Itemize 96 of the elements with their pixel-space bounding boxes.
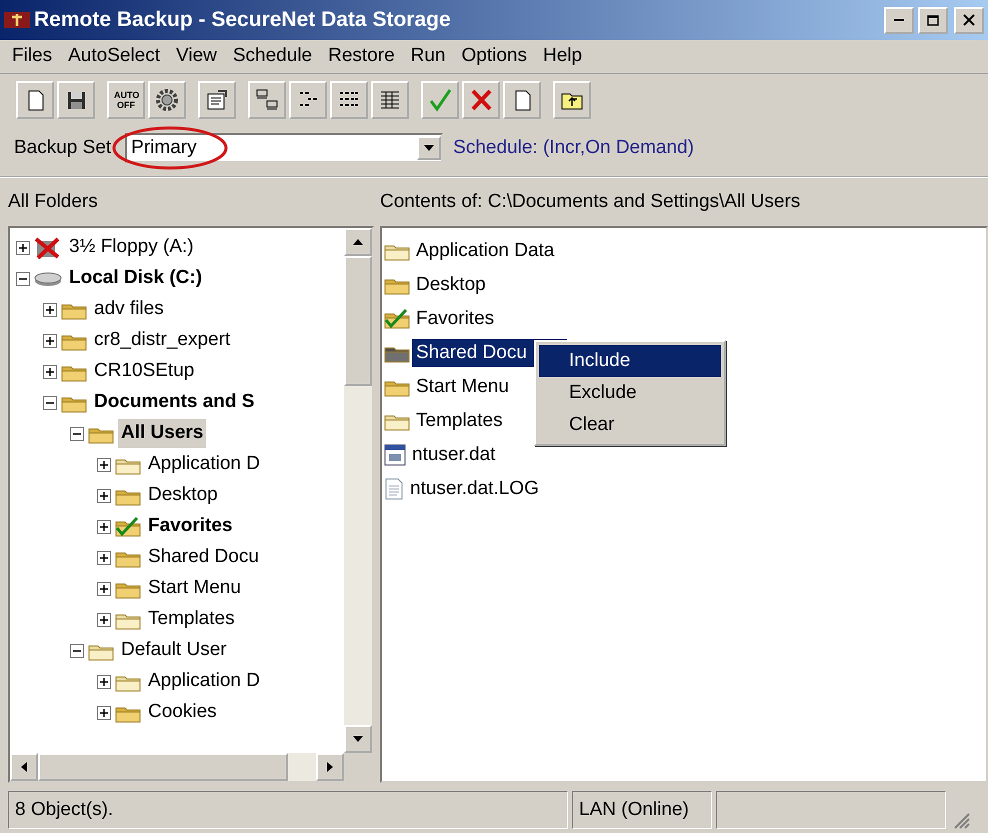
backup-set-label: Backup Set — [14, 136, 112, 160]
expand-icon[interactable] — [16, 240, 30, 254]
collapse-icon[interactable] — [16, 272, 30, 286]
toolbar-button[interactable]: AUTO OFF — [107, 81, 145, 119]
text-file-icon — [384, 478, 404, 500]
toolbar-button[interactable] — [57, 81, 95, 119]
dropdown-button[interactable] — [417, 136, 442, 160]
collapse-icon[interactable] — [70, 644, 84, 658]
status-text: 8 Object(s). — [8, 791, 568, 829]
window-file-icon — [384, 444, 406, 466]
backup-set-dropdown[interactable]: Primary — [125, 133, 444, 163]
toolbar-button[interactable] — [289, 81, 327, 119]
hard-disk-icon — [34, 270, 62, 288]
status-text: LAN (Online) — [572, 791, 712, 829]
toolbar-button[interactable] — [553, 81, 591, 119]
tree-item[interactable]: Shared Docu — [145, 543, 262, 572]
toolbar-button[interactable] — [16, 81, 54, 119]
down-arrow-icon — [353, 736, 363, 742]
expand-icon[interactable] — [97, 706, 111, 720]
tree-item[interactable]: Start Menu — [145, 574, 244, 603]
menu-item[interactable]: Help — [534, 42, 590, 71]
maximize-icon — [927, 14, 939, 26]
tree-item[interactable]: 3½ Floppy (A:) — [66, 233, 197, 262]
scroll-down-button[interactable] — [344, 725, 372, 753]
toolbar-button[interactable] — [330, 81, 368, 119]
tree-item[interactable]: Cookies — [145, 698, 220, 727]
expand-icon[interactable] — [97, 674, 111, 688]
collapse-icon[interactable] — [43, 396, 57, 410]
file-item[interactable]: Favorites — [412, 304, 498, 334]
file-item[interactable]: Start Menu — [412, 372, 513, 402]
tree-item[interactable]: Favorites — [145, 512, 236, 541]
expand-icon[interactable] — [97, 488, 111, 502]
expand-icon[interactable] — [97, 582, 111, 596]
cross-icon — [469, 88, 493, 112]
expand-icon[interactable] — [43, 364, 57, 378]
properties-icon — [205, 88, 229, 112]
gear-icon — [155, 88, 179, 112]
expand-icon[interactable] — [43, 302, 57, 316]
app-icon — [4, 10, 30, 30]
caret-icon — [424, 145, 434, 151]
menu-item[interactable]: Exclude — [539, 377, 721, 409]
toolbar-button[interactable] — [148, 81, 186, 119]
menu-item[interactable]: Run — [402, 42, 454, 71]
file-item[interactable]: Desktop — [412, 270, 490, 300]
tree-item[interactable]: Desktop — [145, 481, 221, 510]
menu-item[interactable]: Restore — [320, 42, 403, 71]
scroll-left-button[interactable] — [10, 753, 38, 781]
expand-icon[interactable] — [43, 334, 57, 348]
tree-item[interactable]: All Users — [118, 419, 206, 448]
file-item[interactable]: Application Data — [412, 236, 558, 266]
tree-item[interactable]: Documents and S — [91, 388, 258, 417]
scrollbar-thumb[interactable] — [344, 256, 372, 386]
window-title: Remote Backup - SecureNet Data Storage — [34, 7, 451, 34]
file-item[interactable]: ntuser.dat.LOG — [406, 474, 543, 504]
toolbar-button[interactable] — [371, 81, 409, 119]
right-arrow-icon — [327, 762, 333, 772]
tree-item[interactable]: Application D — [145, 667, 263, 696]
tree-item[interactable]: cr8_distr_expert — [91, 326, 234, 355]
left-arrow-icon — [21, 762, 27, 772]
expand-icon[interactable] — [97, 520, 111, 534]
pane-title: Contents of: C:\Documents and Settings\All Users — [380, 190, 800, 214]
menu-item[interactable]: AutoSelect — [60, 42, 168, 71]
scroll-right-button[interactable] — [316, 753, 344, 781]
check-icon — [428, 88, 452, 112]
up-arrow-icon — [353, 239, 363, 245]
menu-item[interactable]: View — [168, 42, 225, 71]
expand-icon[interactable] — [97, 550, 111, 564]
menu-item[interactable]: Include — [539, 345, 721, 377]
scroll-up-button[interactable] — [344, 228, 372, 256]
tree-item[interactable]: Templates — [145, 605, 238, 634]
large-icons-icon — [255, 88, 279, 112]
minimize-icon — [894, 19, 904, 21]
tree-item[interactable]: Local Disk (C:) — [66, 264, 206, 293]
menu-item[interactable]: Options — [454, 42, 535, 71]
tree-item[interactable]: adv files — [91, 295, 167, 324]
file-item[interactable]: Templates — [412, 406, 507, 436]
tree-item[interactable]: Application D — [145, 450, 263, 479]
toolbar-button[interactable] — [503, 81, 541, 119]
scrollbar-thumb[interactable] — [38, 753, 288, 781]
toolbar-button[interactable] — [198, 81, 236, 119]
schedule-text: Schedule: (Incr,On Demand) — [453, 136, 694, 160]
pane-title: All Folders — [7, 190, 99, 214]
menu-item[interactable]: Files — [4, 42, 60, 71]
minimize-button[interactable] — [884, 6, 914, 34]
file-item[interactable]: ntuser.dat — [408, 440, 500, 470]
close-icon — [963, 14, 975, 26]
maximize-button[interactable] — [918, 6, 948, 34]
menu-item[interactable]: Schedule — [224, 42, 320, 71]
tree-item[interactable]: Default User — [118, 636, 230, 665]
collapse-icon[interactable] — [70, 426, 84, 440]
toolbar-button[interactable] — [248, 81, 286, 119]
expand-icon[interactable] — [97, 612, 111, 626]
expand-icon[interactable] — [97, 458, 111, 472]
tree-item[interactable]: CR10SEtup — [91, 357, 198, 386]
menu-item[interactable]: Clear — [539, 409, 721, 441]
close-button[interactable] — [954, 6, 984, 34]
